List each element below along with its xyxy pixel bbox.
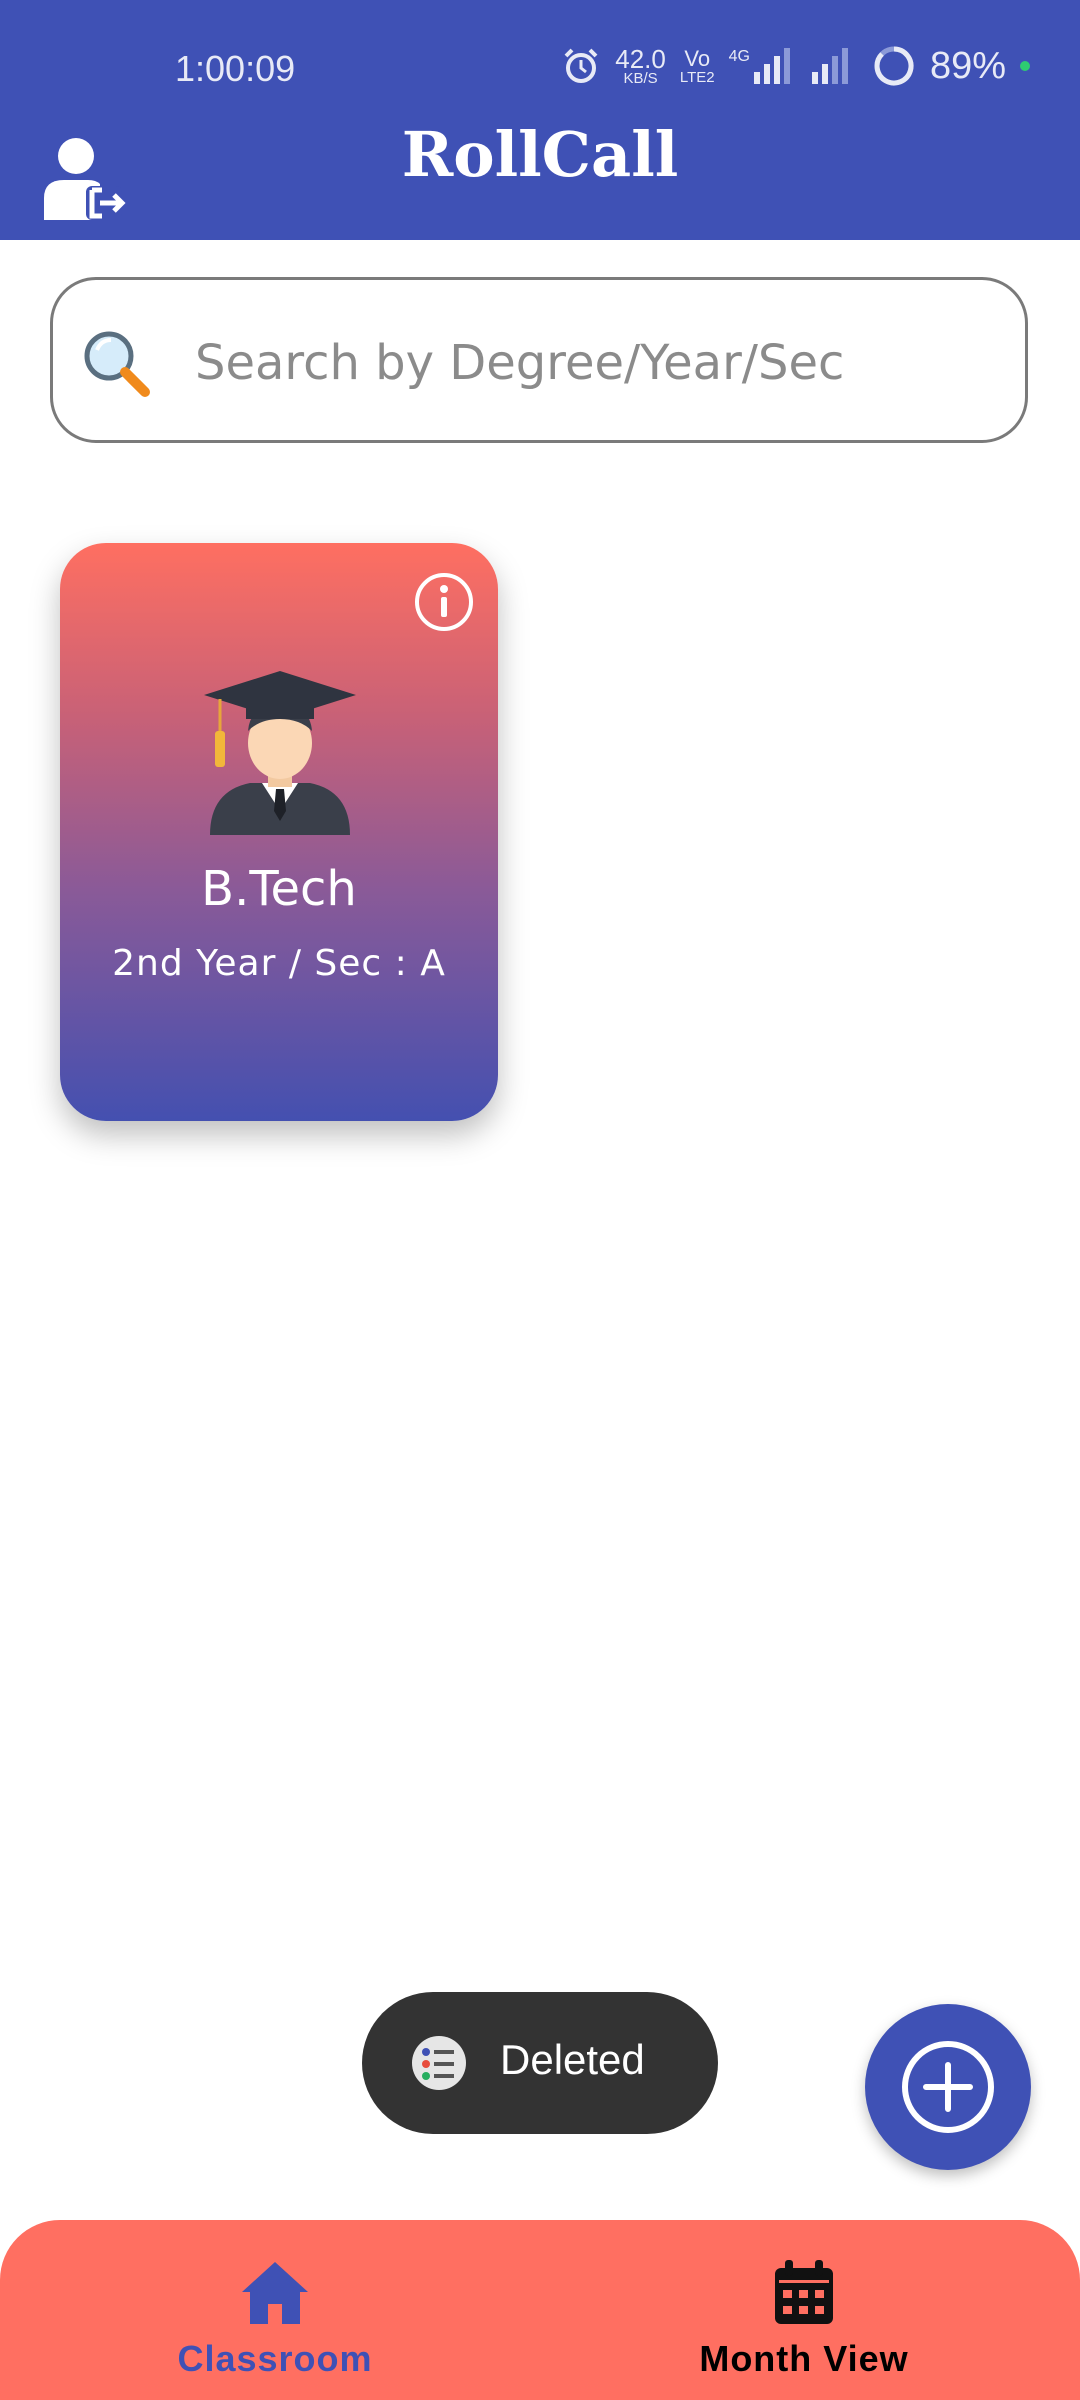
home-icon [242,2262,308,2324]
search-bar[interactable] [50,277,1028,443]
add-circle-icon [902,2041,994,2133]
volte-bottom: LTE2 [679,68,715,86]
net-speed: 42.0 KB/S [615,43,666,86]
volte-indicator: Vo LTE2 [679,45,715,86]
nav-label-classroom: Classroom [177,2338,373,2379]
volte-top: Vo [684,45,711,71]
net-speed-value: 42.0 [615,43,666,74]
toast-message: Deleted [500,2036,645,2083]
search-input[interactable] [193,320,977,406]
calendar-icon [775,2260,833,2324]
app-icon [412,2036,466,2090]
signal-sim2-icon [811,48,848,84]
privacy-dot [1020,61,1030,71]
nav-item-classroom[interactable]: Classroom [65,2220,485,2400]
bottom-navigation: Classroom Month View [0,2220,1080,2400]
class-year-section: 2nd Year / Sec : A [112,943,446,984]
alarm-icon [564,48,598,83]
battery-icon [874,46,914,86]
battery-percent: 89% [929,44,1006,87]
search-icon [84,331,150,397]
nav-label-month-view: Month View [699,2338,909,2379]
app-title: RollCall [401,118,679,191]
network-type: 4G [728,48,750,65]
status-icons: 42.0 KB/S Vo LTE2 4G 89% [561,44,1030,88]
class-degree: B.Tech [201,861,357,917]
signal-icon [753,48,790,84]
toast: Deleted [362,1992,718,2134]
info-icon[interactable] [413,571,475,633]
add-class-button[interactable] [865,2004,1031,2170]
graduate-avatar-icon [204,671,356,835]
nav-item-month-view[interactable]: Month View [594,2220,1014,2400]
signal-sim1: 4G [729,48,796,84]
class-card[interactable]: B.Tech 2nd Year / Sec : A [60,543,498,1121]
status-time: 1:00:09 [175,48,296,89]
